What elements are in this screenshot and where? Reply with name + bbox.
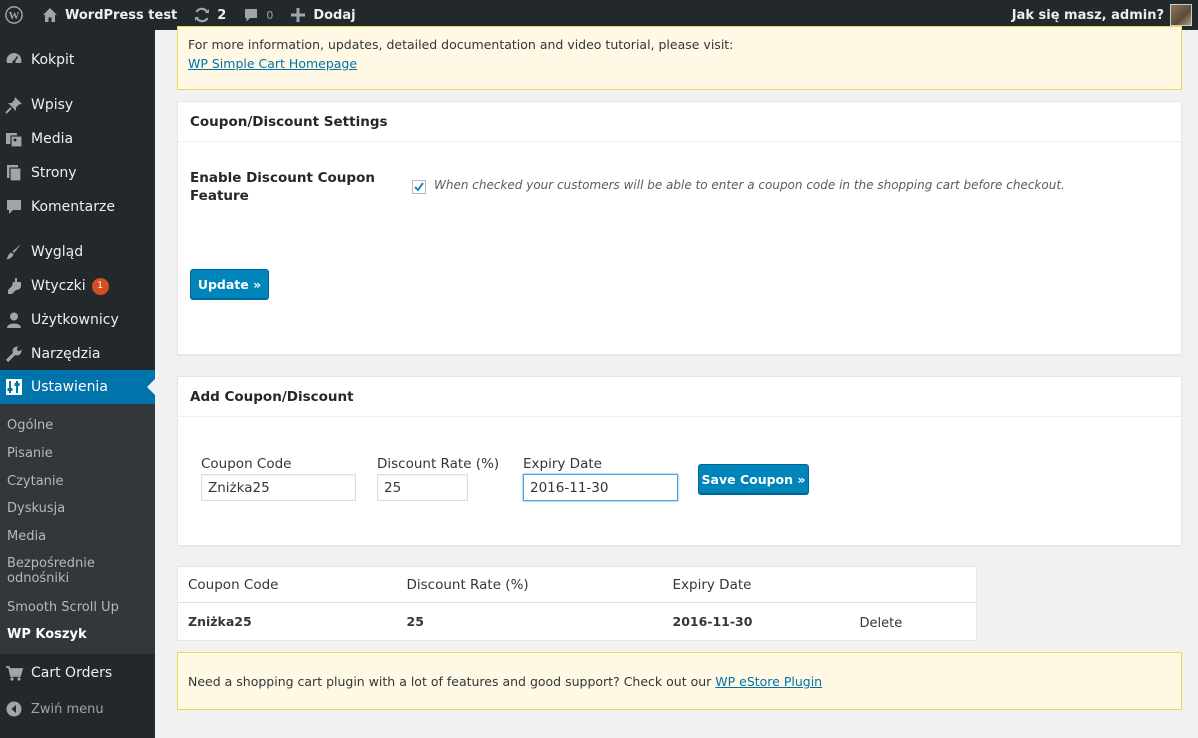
- coupon-code-input[interactable]: [201, 474, 356, 501]
- discount-rate-label: Discount Rate (%): [377, 456, 500, 472]
- submenu-item-ogolne[interactable]: Ogólne: [7, 418, 147, 433]
- cart-icon: [4, 663, 24, 683]
- plugin-icon: [4, 276, 24, 296]
- estore-plugin-link[interactable]: WP eStore Plugin: [715, 674, 822, 689]
- enable-coupon-description: When checked your customers will be able…: [434, 178, 1065, 192]
- settings-submenu: Ogólne Pisanie Czytanie Dyskusja Media B…: [0, 404, 155, 654]
- submenu-item-smooth-scroll-up[interactable]: Smooth Scroll Up: [7, 600, 147, 615]
- updates-count: 2: [217, 7, 227, 23]
- site-name: WordPress test: [65, 7, 178, 23]
- table-row: Zniżka25 25 2016-11-30 Delete: [178, 603, 977, 641]
- cell-discount-rate: 25: [406, 614, 424, 629]
- comment-icon: [4, 197, 24, 217]
- menu-kokpit[interactable]: Kokpit: [0, 43, 155, 77]
- menu-label: Narzędzia: [31, 346, 101, 362]
- homepage-link[interactable]: WP Simple Cart Homepage: [188, 56, 357, 71]
- plus-icon: [289, 6, 307, 24]
- submenu-item-pisanie[interactable]: Pisanie: [7, 446, 147, 461]
- wordpress-logo-icon: W: [5, 6, 23, 24]
- submenu-item-media[interactable]: Media: [7, 529, 147, 544]
- menu-label: Kokpit: [31, 52, 75, 68]
- menu-label: Komentarze: [31, 199, 115, 215]
- header-coupon-code: Coupon Code: [177, 566, 397, 603]
- expiry-date-input[interactable]: [523, 474, 678, 501]
- admin-sidebar: Kokpit Wpisy Media Strony Komentarze Wyg…: [0, 30, 155, 738]
- wrench-icon: [4, 344, 24, 364]
- discount-rate-input[interactable]: [377, 474, 468, 501]
- estore-notice-text: Need a shopping cart plugin with a lot o…: [188, 674, 712, 689]
- menu-wpisy[interactable]: Wpisy: [0, 88, 155, 122]
- new-label: Dodaj: [313, 7, 356, 23]
- menu-wyglad[interactable]: Wygląd: [0, 235, 155, 269]
- cell-coupon-code: Zniżka25: [188, 614, 252, 629]
- menu-label: Media: [31, 131, 74, 147]
- estore-notice: Need a shopping cart plugin with a lot o…: [177, 652, 1182, 710]
- save-coupon-button[interactable]: Save Coupon »: [698, 464, 809, 494]
- header-action: [849, 566, 977, 603]
- menu-label: Strony: [31, 165, 77, 181]
- dashboard-icon: [4, 50, 24, 70]
- info-notice-text: For more information, updates, detailed …: [188, 37, 734, 52]
- collapse-arrow-icon: [4, 699, 24, 719]
- menu-uzytkownicy[interactable]: Użytkownicy: [0, 303, 155, 337]
- media-icon: [4, 129, 24, 149]
- user-icon: [4, 310, 24, 330]
- plugins-update-badge: 1: [91, 277, 109, 295]
- submenu-item-wp-koszyk[interactable]: WP Koszyk: [7, 627, 147, 642]
- estore-notice-line: Need a shopping cart plugin with a lot o…: [188, 674, 822, 689]
- greeting: Jak się masz, admin?: [1011, 7, 1164, 23]
- coupon-settings-box: Coupon/Discount Settings Enable Discount…: [177, 101, 1182, 355]
- coupon-code-label: Coupon Code: [201, 456, 292, 472]
- header-discount-rate: Discount Rate (%): [396, 566, 663, 603]
- delete-coupon-button[interactable]: Delete: [850, 603, 977, 641]
- page-icon: [4, 163, 24, 183]
- add-coupon-title: Add Coupon/Discount: [178, 377, 1181, 417]
- comments-count: 0: [266, 8, 274, 22]
- submenu-item-permalinks[interactable]: Bezpośrednie odnośniki: [7, 556, 107, 586]
- checkmark-icon: [414, 182, 424, 192]
- avatar: [1170, 4, 1192, 26]
- menu-label: Użytkownicy: [31, 312, 119, 328]
- svg-text:W: W: [9, 10, 20, 22]
- collapse-menu-button[interactable]: Zwiń menu: [0, 697, 155, 721]
- header-expiry-date: Expiry Date: [662, 566, 850, 603]
- site-name-link[interactable]: WordPress test: [33, 0, 185, 30]
- submenu-item-dyskusja[interactable]: Dyskusja: [7, 501, 147, 516]
- expiry-date-label: Expiry Date: [523, 456, 602, 472]
- comment-bubble-icon: [242, 6, 260, 24]
- menu-strony[interactable]: Strony: [0, 156, 155, 190]
- pin-icon: [4, 95, 24, 115]
- menu-wtyczki[interactable]: Wtyczki 1: [0, 269, 155, 303]
- info-notice: For more information, updates, detailed …: [177, 26, 1182, 90]
- enable-coupon-label: Enable Discount Coupon Feature: [190, 170, 375, 204]
- coupon-settings-title: Coupon/Discount Settings: [178, 102, 1181, 142]
- cell-expiry-date: 2016-11-30: [672, 614, 753, 629]
- menu-label: Cart Orders: [31, 665, 113, 681]
- menu-komentarze[interactable]: Komentarze: [0, 190, 155, 224]
- menu-media[interactable]: Media: [0, 122, 155, 156]
- menu-narzedzia[interactable]: Narzędzia: [0, 337, 155, 371]
- settings-icon: [4, 377, 24, 397]
- updates-icon: [193, 6, 211, 24]
- menu-cart-orders[interactable]: Cart Orders: [0, 656, 155, 690]
- home-icon: [41, 6, 59, 24]
- menu-label: Wtyczki: [31, 278, 86, 294]
- menu-label: Wpisy: [31, 97, 74, 113]
- brush-icon: [4, 242, 24, 262]
- wp-logo-button[interactable]: W: [0, 0, 33, 30]
- menu-label: Wygląd: [31, 244, 84, 260]
- menu-label: Ustawienia: [31, 379, 108, 395]
- collapse-label: Zwiń menu: [31, 701, 104, 717]
- coupon-table: Coupon Code Discount Rate (%) Expiry Dat…: [177, 566, 977, 641]
- table-header-row: Coupon Code Discount Rate (%) Expiry Dat…: [177, 566, 977, 603]
- update-button[interactable]: Update »: [190, 269, 269, 299]
- menu-ustawienia[interactable]: Ustawienia: [0, 370, 155, 404]
- add-coupon-box: Add Coupon/Discount Coupon Code Discount…: [177, 376, 1182, 546]
- enable-coupon-checkbox[interactable]: [412, 180, 426, 194]
- submenu-item-czytanie[interactable]: Czytanie: [7, 474, 147, 489]
